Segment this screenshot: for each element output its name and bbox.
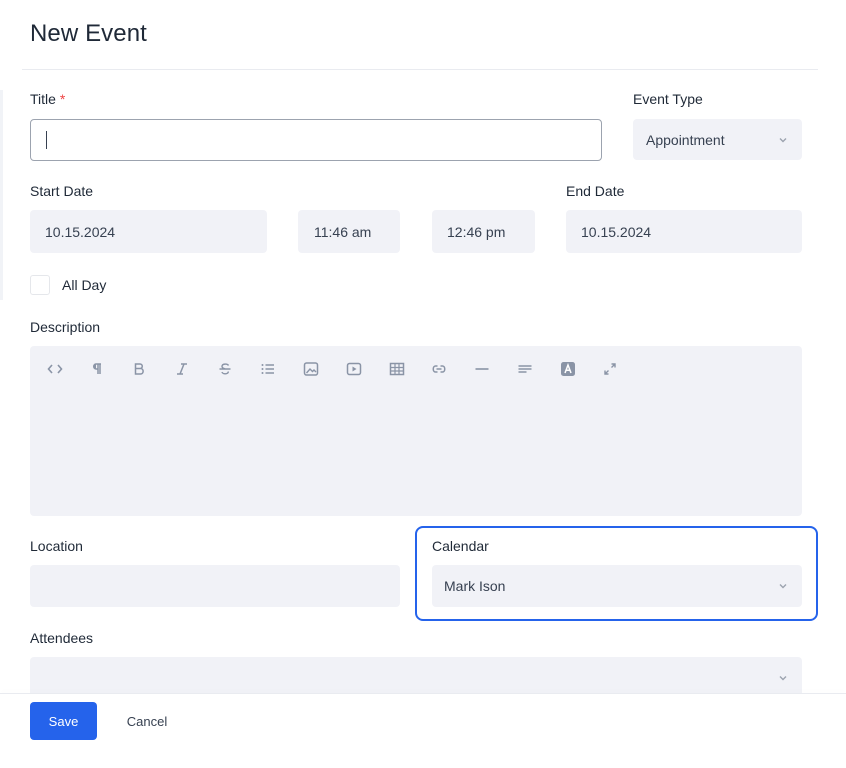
title-input[interactable]	[30, 119, 602, 161]
fullscreen-icon[interactable]	[599, 358, 621, 380]
cancel-button[interactable]: Cancel	[112, 702, 182, 740]
image-icon[interactable]	[300, 358, 322, 380]
text-caret	[46, 131, 47, 149]
save-button[interactable]: Save	[30, 702, 97, 740]
location-label: Location	[30, 538, 83, 554]
chevron-down-icon	[779, 584, 787, 589]
chevron-down-icon	[779, 137, 787, 142]
chevron-down-icon	[779, 676, 787, 681]
start-time-value: 11:46 am	[314, 223, 372, 240]
event-type-value: Appointment	[646, 131, 725, 148]
end-date-value: 10.15.2024	[581, 223, 652, 240]
event-type-label: Event Type	[633, 91, 703, 107]
attendees-label: Attendees	[30, 630, 94, 646]
all-day-checkbox[interactable]	[30, 275, 50, 295]
table-icon[interactable]	[386, 358, 408, 380]
italic-icon[interactable]	[171, 358, 193, 380]
paragraph-icon[interactable]	[86, 358, 108, 380]
end-date-input[interactable]: 10.15.2024	[566, 210, 802, 253]
end-time-input[interactable]: 12:46 pm	[432, 210, 535, 253]
video-icon[interactable]	[343, 358, 365, 380]
all-day-label: All Day	[62, 277, 107, 293]
location-input[interactable]	[30, 565, 400, 607]
header-divider	[22, 69, 818, 70]
link-icon[interactable]	[428, 358, 450, 380]
footer-divider	[0, 693, 846, 694]
code-view-icon[interactable]	[44, 358, 66, 380]
end-date-label: End Date	[566, 183, 625, 199]
align-icon[interactable]	[514, 358, 536, 380]
start-date-value: 10.15.2024	[45, 223, 116, 240]
horizontal-rule-icon[interactable]	[471, 358, 493, 380]
title-label: Title *	[30, 91, 65, 107]
event-type-select[interactable]: Appointment	[633, 119, 802, 160]
calendar-select[interactable]: Mark Ison	[432, 565, 802, 607]
end-time-value: 12:46 pm	[447, 223, 506, 240]
left-edge-strip	[0, 90, 3, 300]
start-date-label: Start Date	[30, 183, 94, 199]
list-icon[interactable]	[257, 358, 279, 380]
start-time-input[interactable]: 11:46 am	[298, 210, 400, 253]
calendar-value: Mark Ison	[444, 578, 506, 594]
text-color-icon[interactable]	[557, 358, 579, 380]
description-label: Description	[30, 319, 101, 335]
strikethrough-icon[interactable]	[214, 358, 236, 380]
calendar-label: Calendar	[432, 538, 489, 554]
required-mark: *	[59, 91, 66, 107]
title-label-text: Title	[30, 91, 56, 107]
description-editor[interactable]	[30, 346, 802, 516]
page-title: New Event	[30, 20, 147, 47]
start-date-input[interactable]: 10.15.2024	[30, 210, 267, 253]
bold-icon[interactable]	[128, 358, 150, 380]
